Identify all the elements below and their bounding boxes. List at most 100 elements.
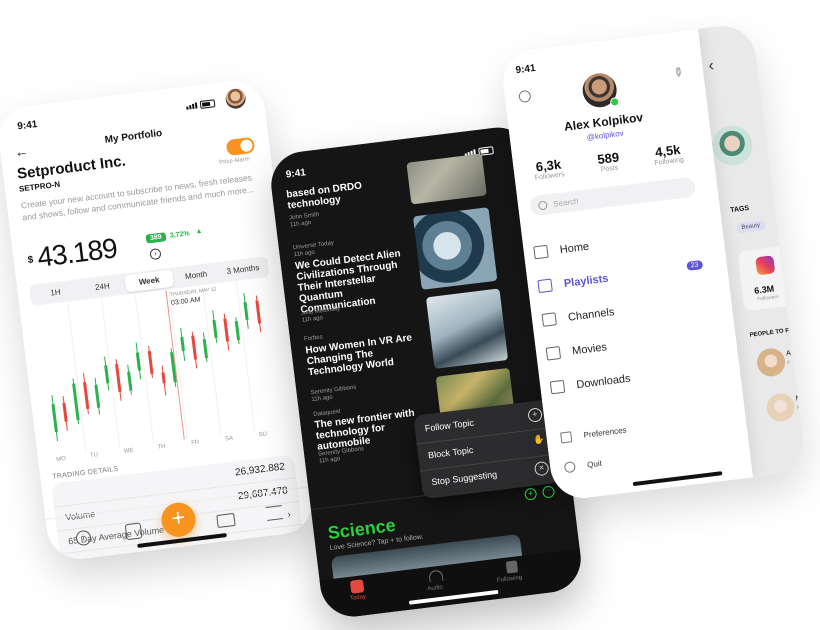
tag-chip[interactable]: Beauty [735,220,766,234]
portfolio-screen: 9:41 ← My Portfolio Setproduct Inc. SETP… [0,77,317,563]
close-circle-icon[interactable]: × [533,460,550,477]
search-input[interactable]: Search [529,176,697,217]
stat-label [62,489,63,500]
nav-label: Home [559,240,590,256]
news-headline[interactable]: How Women In VR Are Changing The Technol… [305,331,430,378]
follow-topic-item[interactable]: Follow Topic [424,418,474,434]
news-headline[interactable]: based on DRDO technology [286,175,406,211]
side-avatar[interactable] [710,123,755,168]
person-avatar[interactable] [755,346,787,378]
hand-icon[interactable]: ✋ [533,434,546,447]
settings-sliders-icon[interactable] [265,505,284,521]
follow-plus-icon[interactable]: + [523,487,538,501]
day-label: FR [190,439,200,447]
plus-circle-icon[interactable]: + [527,407,543,423]
tab-month[interactable]: Month [172,264,221,287]
candle [179,337,185,352]
day-label: WE [123,447,134,455]
block-topic-item[interactable]: Block Topic [428,445,474,460]
context-menu: Follow Topic + Block Topic ✋ Stop Sugges… [413,399,561,500]
tab-24h[interactable]: 24H [78,275,127,298]
stat-label: Key Quote Data [70,551,136,563]
person-subtitle: F [786,360,791,367]
page-title: My Portfolio [104,127,163,146]
stat-posts[interactable]: 589 Posts [597,149,621,173]
price: 43.189 [35,232,119,273]
day-label: MO [55,456,67,464]
mail-icon[interactable] [216,512,236,529]
news-time: 11h ago [301,315,324,324]
news-time: 11h ago [289,219,312,229]
nav-home[interactable]: Home [533,240,590,260]
edit-pencil-icon[interactable]: ✎ [670,64,687,81]
signal-icon [186,102,198,110]
currency: $ [27,254,35,267]
sliders-icon [560,431,573,444]
playlists-badge: 23 [686,260,704,271]
nav-preferences[interactable]: Preferences [560,425,627,444]
candle [147,350,154,374]
stop-suggesting-item[interactable]: Stop Suggesting [431,469,498,487]
candle [62,402,68,422]
nav-downloads[interactable]: Downloads [549,372,632,395]
news-headline[interactable]: We Could Detect Alien Civilizations Thro… [295,247,421,316]
back-chevron-icon[interactable]: ‹ [708,57,715,76]
clipboard-icon[interactable] [124,522,143,541]
news-image[interactable] [412,207,498,290]
candle [234,321,241,340]
candlestick-chart: THURSDAY, MAY 12 03:00 AM [33,278,288,456]
tab-week[interactable]: Week [124,269,174,293]
nav-playlists[interactable]: Playlists [537,272,609,294]
up-triangle-icon: ▲ [195,227,203,236]
change-badge: 389 [145,232,167,244]
status-time: 9:41 [285,167,307,181]
profile-screen: ‹ TAGS Beauty 6.3M Followers PEOPLE TO F… [499,22,807,502]
playlist-icon [537,278,553,294]
nav-label: Playlists [563,272,609,290]
news-image[interactable] [406,153,487,205]
news-source: Forbes [303,334,324,343]
stat-following[interactable]: 4,5k Following [652,142,684,167]
grid-line [202,285,222,435]
tab-3-months[interactable]: 3 Months [218,258,267,281]
avatar[interactable] [224,87,247,110]
people-title: PEOPLE TO F [749,327,790,339]
news-time: 11h ago [293,249,316,259]
instagram-icon [755,255,776,276]
chevron-right-icon[interactable]: › [149,247,162,261]
tooltip-line [165,290,185,440]
news-time: 11h ago [311,394,334,404]
news-logo-icon[interactable] [349,579,365,594]
candle [243,301,250,321]
candle [82,381,90,410]
candle [114,363,122,392]
candle [211,319,218,339]
price-alarm-label: Price Alarm [218,156,251,167]
tab-1h[interactable]: 1H [31,281,80,304]
price-alarm-toggle[interactable] [225,136,256,157]
status-icons [186,99,216,110]
search-icon [537,199,548,211]
candle [103,365,109,384]
candle [202,339,209,358]
online-status-dot [609,96,620,107]
status-time: 9:41 [515,62,537,77]
news-author: Serenity Gibbons [310,384,357,397]
profile-stats: 6,3k Followers 589 Posts 4,5k Following [533,142,685,182]
following-icon[interactable] [505,560,519,574]
nav-label: Movies [571,340,608,357]
download-icon [549,379,566,395]
movies-icon [545,346,562,361]
nav-quit[interactable]: Quit [563,458,603,474]
nav-channels[interactable]: Channels [541,305,616,327]
search-placeholder: Search [552,196,579,209]
person-name: A [785,349,792,358]
news-image[interactable] [425,288,509,369]
person-avatar[interactable] [765,391,797,424]
candle [127,371,133,391]
nav-movies[interactable]: Movies [545,340,608,361]
stat-followers[interactable]: 6,3k Followers [533,156,565,182]
nav-label: Downloads [575,372,632,391]
news-time: 11h ago [318,456,341,465]
settings-gear-icon[interactable] [518,89,532,104]
